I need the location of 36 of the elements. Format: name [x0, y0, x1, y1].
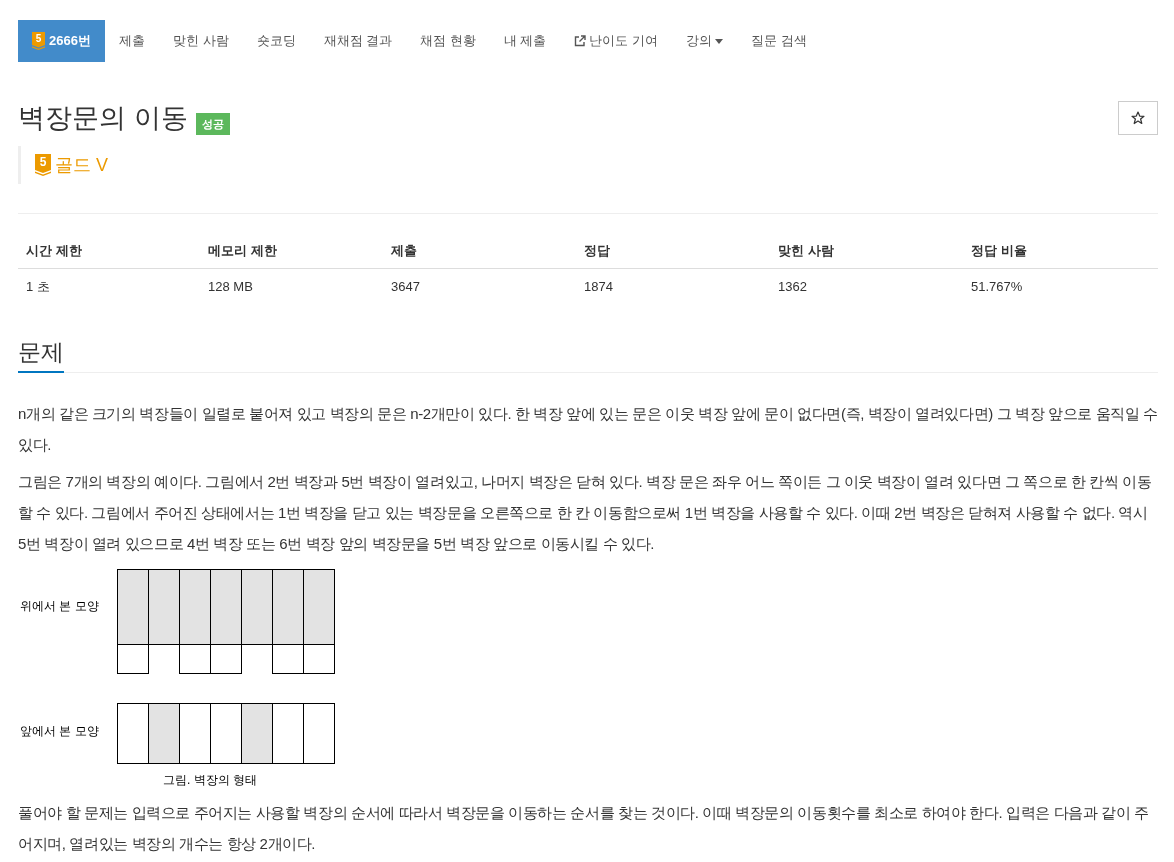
- section-heading: 문제: [18, 337, 64, 373]
- tier-badge: 5: [32, 32, 45, 50]
- table-header: 메모리 제한: [200, 234, 383, 269]
- nav-tab[interactable]: 제출: [104, 20, 159, 62]
- figure-caption: 그림. 벽장의 형태: [163, 772, 257, 789]
- table-header: 정답: [576, 234, 770, 269]
- nav-tab[interactable]: 재채점 결과: [309, 20, 407, 62]
- nav-tab[interactable]: 숏코딩: [242, 20, 310, 62]
- nav-tab[interactable]: 내 제출: [489, 20, 561, 62]
- table-cell: 3647: [383, 268, 576, 304]
- table-cell: 51.767%: [963, 268, 1158, 304]
- problem-paragraph: 그림은 7개의 벽장의 예이다. 그림에서 2번 벽장과 5번 벽장이 열려있고, 나머지 벽장은 닫혀 있다. 벽장 문은 좌우 어느 쪽이든 그 이웃 벽장이 열려 있다면 그 쪽으로 한 칸씩 이동할 수 있다. 그림에서 주어진 상태에서는 1번 벽장을 닫고 있는 벽장문을 오른쪽으로 한 칸 이동함으로써 1번 벽장을 사용할 수 있다. 이때 2번 벽장은 닫혀져 사용할 수 없다. 역시 5번 벽장이 열려 있으므로 4번 벽장 또는 6번 벽장 앞의 벽장문을 5번 벽장 앞으로 이동시킬 수 있다.: [18, 472, 1153, 554]
- table-header: 맞힌 사람: [770, 234, 963, 269]
- problem-paragraph: 풀어야 할 문제는 입력으로 주어지는 사용할 벽장의 순서에 따라서 벽장문을 이동하는 순서를 찾는 것이다. 이때 벽장문의 이동횟수를 최소로 하여야 한다. 입력은 다음과 같이 주어지며, 열려있는 벽장의 개수는 항상 2개이다.: [18, 803, 1150, 854]
- external-link-icon: [574, 35, 587, 47]
- problem-paragraph: n개의 같은 크기의 벽장들이 일렬로 붙어져 있고 벽장의 문은 n-2개만이 있다. 한 벽장 앞에 있는 문은 이웃 벽장 앞에 문이 없다면(즉, 벽장이 열려있다면) 그 벽장 앞으로 움직일 수 있다.: [18, 404, 1158, 455]
- table-header: 정답 비율: [963, 234, 1158, 269]
- tier-badge: 5: [35, 154, 51, 176]
- nav-tab[interactable]: 채점 현황: [406, 20, 490, 62]
- problem-title: 벽장문의 이동: [18, 102, 188, 135]
- result-badge: 성공: [195, 113, 230, 135]
- nav-tab[interactable]: 난이도 기여: [560, 20, 673, 62]
- nav-tab[interactable]: 강의: [672, 20, 738, 62]
- table-cell: 1874: [576, 268, 770, 304]
- caret-icon: [715, 38, 724, 44]
- table-header: 시간 제한: [18, 234, 200, 269]
- favorite-button[interactable]: [1118, 101, 1158, 135]
- table-cell: 1362: [770, 268, 963, 304]
- table-cell: 1 초: [18, 268, 200, 304]
- table-cell: 128 MB: [200, 268, 383, 304]
- nav-tab[interactable]: 5 2666번: [18, 20, 105, 62]
- figure-label: 위에서 본 모양: [19, 598, 100, 615]
- table-header: 제출: [383, 234, 576, 269]
- nav-tab[interactable]: 질문 검색: [737, 20, 821, 62]
- nav-tab[interactable]: 맞힌 사람: [158, 20, 243, 62]
- figure-label: 앞에서 본 모양: [19, 723, 100, 740]
